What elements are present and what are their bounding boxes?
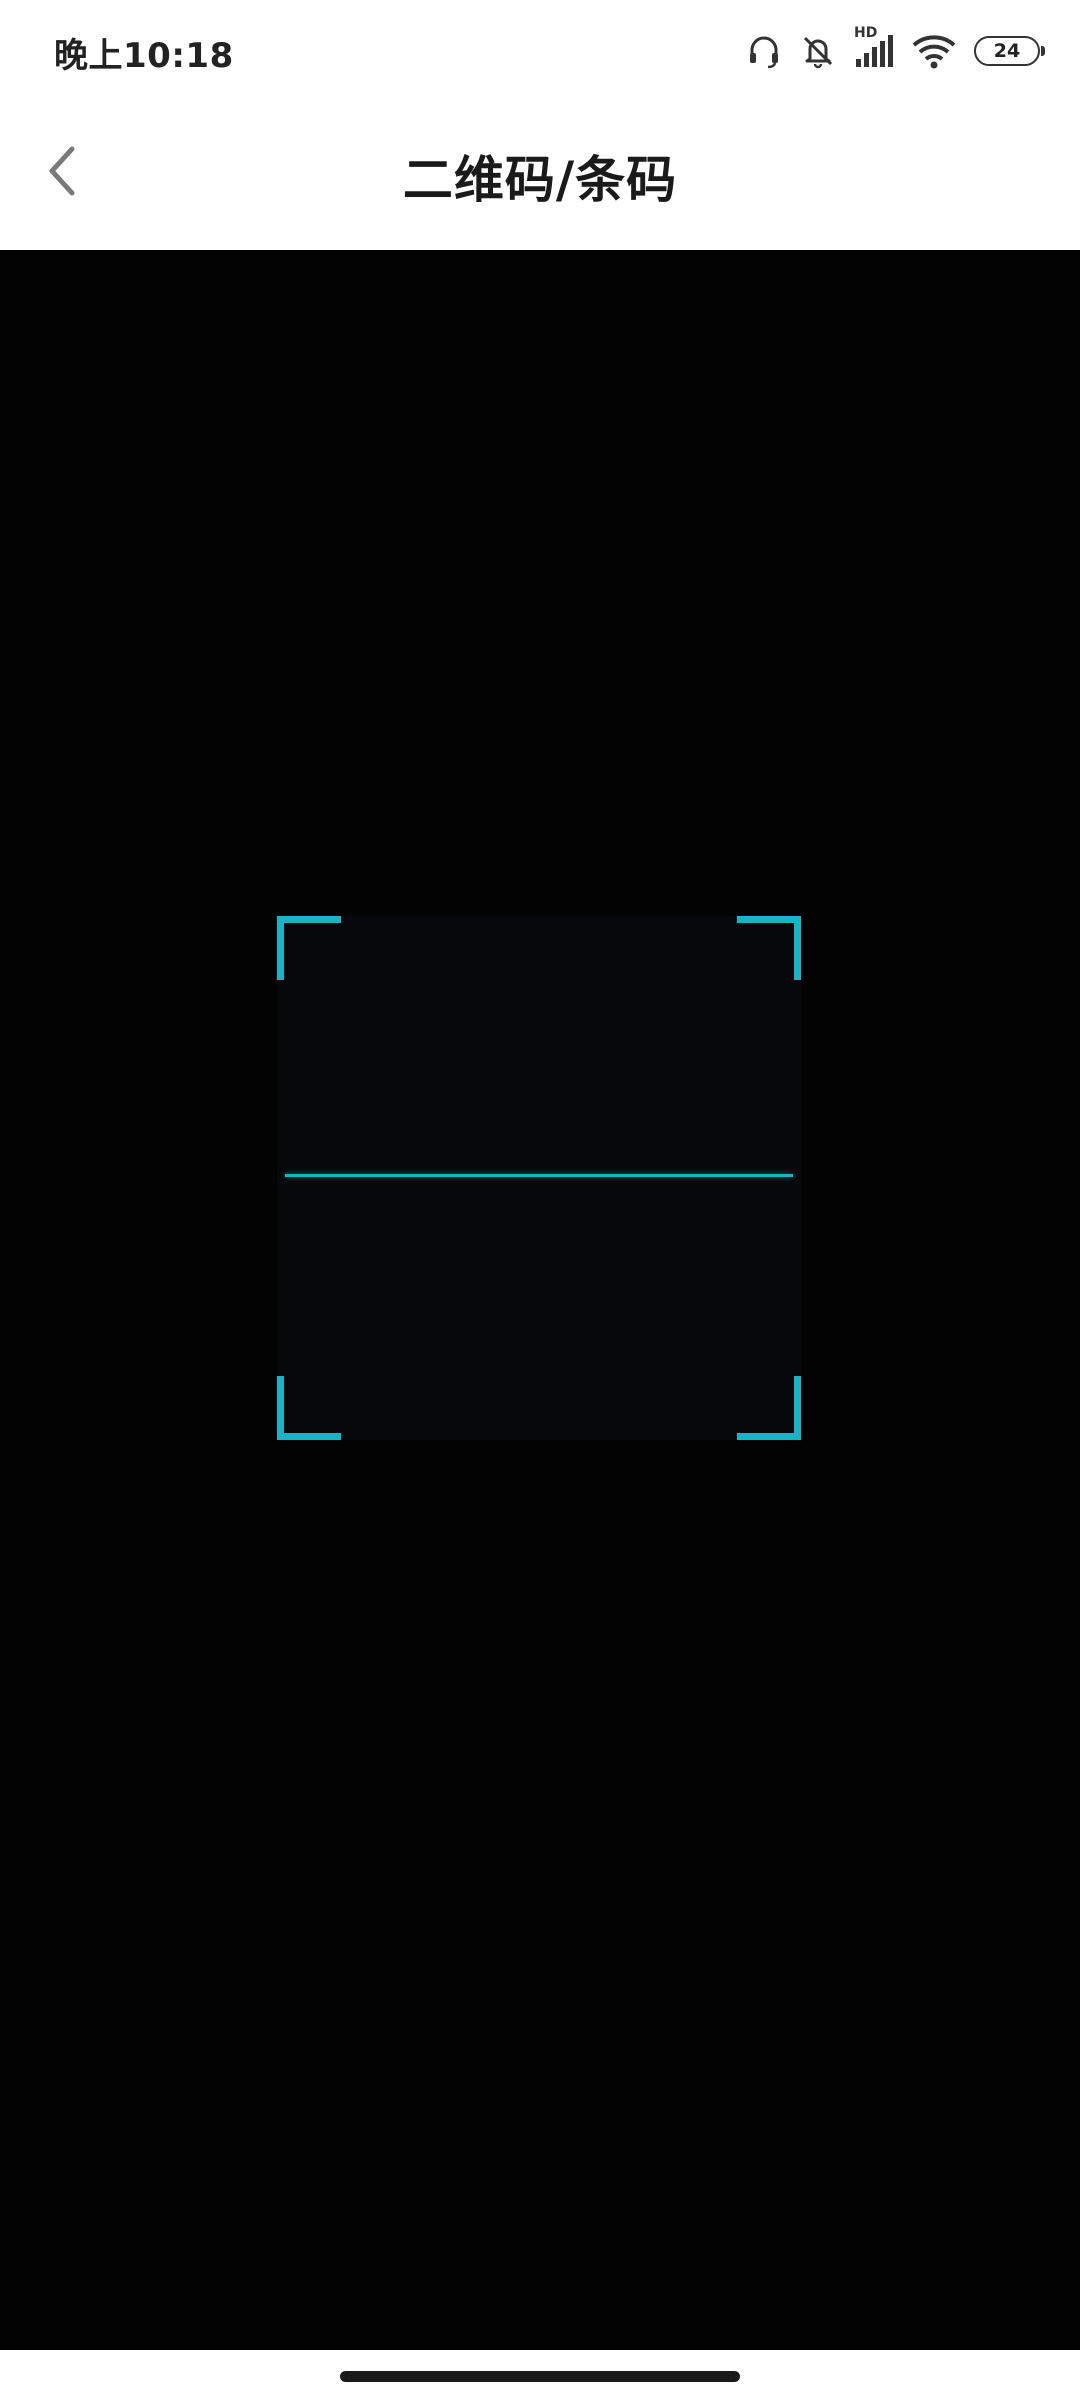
signal-icon: HD [854, 25, 894, 69]
battery-level: 24 [993, 40, 1021, 62]
battery-icon: 24 [974, 36, 1045, 66]
scan-corner-top-left [277, 916, 341, 980]
headset-icon [746, 33, 782, 69]
wifi-icon [912, 33, 956, 69]
scan-corner-top-right [737, 916, 801, 980]
page-title: 二维码/条码 [402, 151, 678, 209]
header: 二维码/条码 [0, 100, 1080, 250]
status-icons: HD 24 [746, 25, 1045, 76]
status-time: 晚上10:18 [54, 36, 234, 76]
scan-frame[interactable] [277, 916, 801, 1440]
scan-corner-bottom-left [277, 1376, 341, 1440]
navigation-bar [0, 2350, 1080, 2400]
scan-line [285, 1174, 793, 1177]
scan-corner-bottom-right [737, 1376, 801, 1440]
screen: 晚上10:18 HD 24 二维码/条码 [0, 0, 1080, 2400]
camera-preview [0, 250, 1080, 2350]
status-bar: 晚上10:18 HD 24 [0, 0, 1080, 100]
network-type-label: HD [854, 25, 878, 41]
home-indicator[interactable] [340, 2371, 740, 2382]
mute-icon [800, 33, 836, 69]
